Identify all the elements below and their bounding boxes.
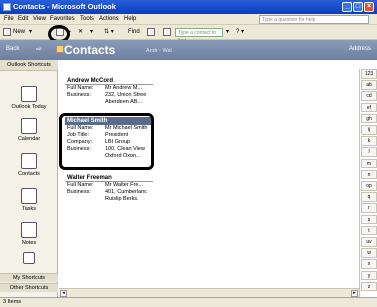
menu-edit[interactable]: Edit — [18, 16, 28, 22]
help-question-input[interactable]: Type a question for help — [259, 15, 369, 24]
send-receive-icon[interactable]: ⇅ ▾ — [104, 28, 114, 37]
contact-card[interactable]: Walter Freeman Full Name: Mr Walter Fre..… — [65, 174, 153, 203]
index-tab-uv[interactable]: uv — [361, 237, 377, 247]
selection-highlight-box — [59, 113, 154, 170]
shortcut-tasks[interactable]: Tasks — [0, 188, 58, 212]
field-value: 232, Union Stree — [105, 92, 147, 98]
shortcut-calendar[interactable]: Calendar — [0, 118, 58, 142]
field-label: Business: — [67, 189, 91, 195]
calendar-icon — [21, 118, 37, 134]
folder-range: Andr - Wal — [146, 48, 172, 54]
index-tab-m[interactable]: m — [361, 158, 377, 169]
notes-icon — [21, 222, 37, 238]
index-tab-n[interactable]: n — [361, 169, 377, 180]
address-book-icon[interactable] — [163, 28, 171, 36]
field-value: Ruislip Berks. — [105, 196, 139, 202]
horizontal-scrollbar[interactable]: ◂ ▸ — [59, 288, 359, 297]
shortcut-label: Outlook Today — [11, 104, 47, 110]
contact-name[interactable]: Andrew McCord — [65, 77, 153, 85]
field-value: Aberdeen AB... — [105, 99, 142, 105]
folder-shortcut-icon — [23, 252, 35, 264]
help-icon[interactable]: ? ▾ — [236, 28, 244, 37]
index-tab-w[interactable]: w — [361, 248, 377, 258]
index-tab-q[interactable]: q — [361, 192, 377, 202]
menu-view[interactable]: View — [33, 16, 46, 22]
field-value: Mr Andrew M... — [105, 85, 142, 91]
index-tab-ab[interactable]: ab — [361, 80, 377, 90]
field-value: Mr Walter Fre... — [105, 182, 143, 188]
minimize-button[interactable]: _ — [342, 2, 352, 12]
menu-favorites[interactable]: Favorites — [50, 16, 75, 22]
alphabet-index: 123 ab cd ef gh ij k l m n op q r s t uv w x y z — [359, 69, 377, 297]
index-tab-ef[interactable]: ef — [361, 102, 377, 113]
index-tab-z[interactable]: z — [361, 281, 377, 292]
outlook-today-icon — [21, 86, 37, 102]
shortcut-label: Calendar — [17, 136, 41, 142]
maximize-button[interactable]: □ — [353, 2, 363, 12]
outlook-shortcuts-header[interactable]: Outlook Shortcuts — [0, 60, 58, 71]
menu-help[interactable]: Help — [124, 16, 136, 22]
field-label: Business: — [67, 92, 91, 98]
close-button[interactable]: × — [364, 2, 374, 12]
title-bar: Contacts - Microsoft Outlook _ □ × — [0, 0, 377, 14]
index-tab-123[interactable]: 123 — [361, 69, 377, 79]
actions-icon[interactable]: ▾ — [90, 28, 93, 37]
outlook-bar: Outlook Shortcuts Outlook Today Calendar… — [0, 60, 58, 297]
shortcut-label: Tasks — [21, 206, 37, 212]
find-contact-input[interactable]: Type a contact to find — [175, 28, 223, 44]
index-tab-t[interactable]: t — [361, 225, 377, 236]
index-tab-op[interactable]: op — [361, 181, 377, 191]
field-label: Full Name: — [67, 85, 94, 91]
other-shortcuts-header[interactable]: Other Shortcuts — [0, 283, 58, 292]
tasks-icon — [21, 188, 37, 204]
menu-actions[interactable]: Actions — [99, 16, 119, 22]
contacts-icon — [21, 153, 37, 169]
new-button[interactable]: New — [13, 28, 25, 37]
new-contact-icon — [3, 28, 11, 36]
delete-icon[interactable]: ✕ — [78, 28, 83, 37]
new-dropdown-arrow[interactable]: ▾ — [29, 28, 32, 37]
find-contact-dropdown[interactable]: ▾ — [226, 28, 229, 37]
index-tab-ij[interactable]: ij — [361, 125, 377, 135]
shortcut-notes[interactable]: Notes — [0, 222, 58, 246]
shortcut-label: Notes — [21, 240, 37, 246]
status-bar: 3 Items — [0, 297, 377, 307]
find-button[interactable]: Find — [128, 28, 140, 37]
folder-banner: Back ⇨ Contacts Andr - Wal Address — [0, 40, 377, 60]
shortcut-label: Contacts — [18, 171, 40, 177]
index-tab-y[interactable]: y — [361, 270, 377, 281]
menu-bar: File Edit View Favorites Tools Actions H… — [0, 14, 377, 25]
shortcut-contacts[interactable]: Contacts — [0, 153, 58, 177]
my-shortcuts-header[interactable]: My Shortcuts — [0, 273, 58, 282]
item-count: 3 Items — [3, 299, 22, 305]
shortcut-extra[interactable] — [0, 252, 58, 266]
address-label[interactable]: Address — [349, 46, 371, 52]
field-value: 401, Cumberlanc — [105, 189, 147, 195]
scroll-right-icon[interactable]: ▸ — [351, 290, 358, 297]
index-tab-s[interactable]: s — [361, 214, 377, 225]
field-label: Full Name: — [67, 182, 94, 188]
index-tab-x[interactable]: x — [361, 259, 377, 269]
window-title: Contacts - Microsoft Outlook — [13, 2, 116, 11]
forward-button[interactable]: ⇨ — [36, 45, 42, 53]
folder-title: Contacts — [64, 43, 116, 57]
index-tab-k[interactable]: k — [361, 136, 377, 146]
back-button[interactable]: Back — [6, 46, 19, 52]
menu-tools[interactable]: Tools — [80, 16, 94, 22]
scroll-left-icon[interactable]: ◂ — [60, 290, 67, 297]
index-tab-r[interactable]: r — [361, 203, 377, 213]
folder-icon — [56, 45, 64, 53]
outlook-icon — [3, 3, 11, 11]
index-tab-gh[interactable]: gh — [361, 113, 377, 124]
menu-file[interactable]: File — [4, 16, 14, 22]
organize-icon[interactable] — [147, 28, 155, 36]
contact-name[interactable]: Walter Freeman — [65, 174, 153, 182]
index-tab-cd[interactable]: cd — [361, 91, 377, 101]
index-tab-l[interactable]: l — [361, 147, 377, 157]
shortcut-outlook-today[interactable]: Outlook Today — [0, 86, 58, 110]
contact-card[interactable]: Andrew McCord Full Name: Mr Andrew M... B… — [65, 77, 153, 106]
contact-cards-view: Andrew McCord Full Name: Mr Andrew M... B… — [59, 60, 359, 288]
